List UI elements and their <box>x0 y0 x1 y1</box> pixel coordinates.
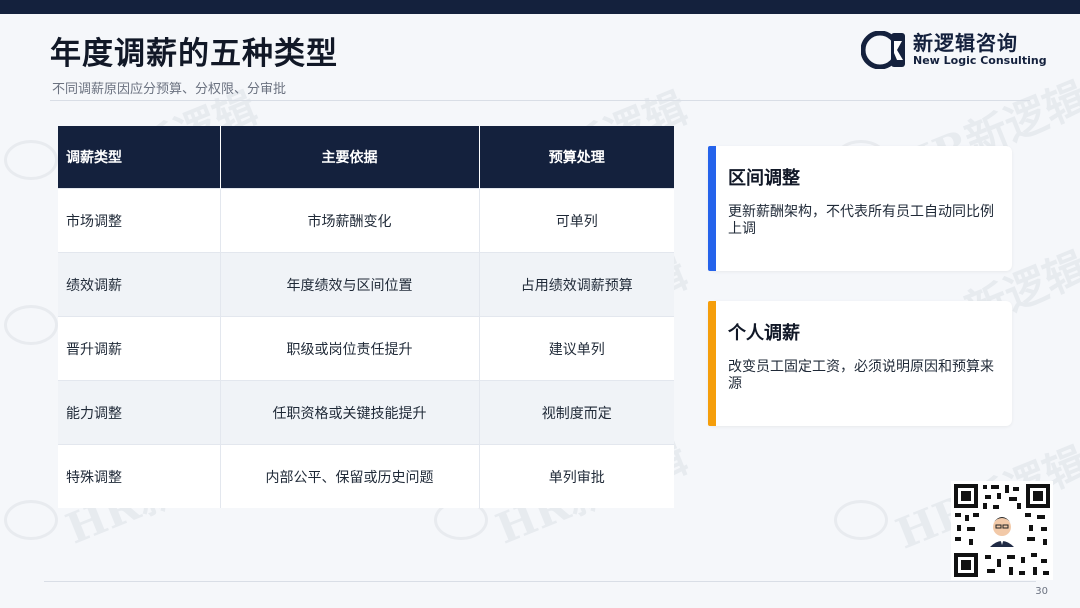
card-accent-bar <box>708 146 716 271</box>
logo-chinese-name: 新逻辑咨询 <box>913 31 1018 55</box>
page-number: 30 <box>1035 586 1048 597</box>
cell-type: 特殊调整 <box>58 444 221 508</box>
cell-type: 能力调整 <box>58 380 221 445</box>
table-row: 晋升调薪 职级或岗位责任提升 建议单列 <box>58 316 674 381</box>
column-header-type: 调薪类型 <box>58 126 221 189</box>
cell-budget: 视制度而定 <box>479 380 674 445</box>
logo-mark-icon <box>861 31 905 69</box>
card-description: 更新薪酬架构，不代表所有员工自动同比例上调 <box>728 204 994 237</box>
brand-logo: 新逻辑咨询 New Logic Consulting <box>861 30 1047 70</box>
salary-adjustment-table: 调薪类型 主要依据 预算处理 市场调整 市场薪酬变化 可单列 绩效调薪 年度绩效… <box>58 126 674 508</box>
table-header-row: 调薪类型 主要依据 预算处理 <box>58 126 674 189</box>
card-individual-raise: 个人调薪 改变员工固定工资，必须说明原因和预算来源 <box>708 301 1012 426</box>
cell-basis: 年度绩效与区间位置 <box>220 252 480 317</box>
cell-basis: 职级或岗位责任提升 <box>220 316 480 381</box>
title-divider <box>50 100 1030 101</box>
card-range-adjustment: 区间调整 更新薪酬架构，不代表所有员工自动同比例上调 <box>708 146 1012 271</box>
watermark-bubble-icon <box>4 305 58 345</box>
column-header-basis: 主要依据 <box>220 126 480 189</box>
qr-code-icon <box>951 481 1053 580</box>
table-row: 能力调整 任职资格或关键技能提升 视制度而定 <box>58 380 674 445</box>
card-title: 个人调薪 <box>728 323 800 344</box>
table-row: 特殊调整 内部公平、保留或历史问题 单列审批 <box>58 444 674 508</box>
cell-budget: 建议单列 <box>479 316 674 381</box>
cell-budget: 单列审批 <box>479 444 674 508</box>
cell-budget: 可单列 <box>479 188 674 253</box>
cell-basis: 任职资格或关键技能提升 <box>220 380 480 445</box>
page-title: 年度调薪的五种类型 <box>50 36 338 72</box>
cell-type: 绩效调薪 <box>58 252 221 317</box>
logo-english-name: New Logic Consulting <box>913 54 1047 67</box>
table-row: 市场调整 市场薪酬变化 可单列 <box>58 188 674 253</box>
page-subtitle: 不同调薪原因应分预算、分权限、分审批 <box>52 82 287 97</box>
watermark-bubble-icon <box>834 500 888 540</box>
cell-type: 晋升调薪 <box>58 316 221 381</box>
table-row: 绩效调薪 年度绩效与区间位置 占用绩效调薪预算 <box>58 252 674 317</box>
watermark-bubble-icon <box>4 140 58 180</box>
top-bar <box>0 0 1080 14</box>
cell-type: 市场调整 <box>58 188 221 253</box>
footer-divider <box>44 581 1036 582</box>
column-header-budget: 预算处理 <box>479 126 674 189</box>
card-description: 改变员工固定工资，必须说明原因和预算来源 <box>728 359 994 392</box>
card-accent-bar <box>708 301 716 426</box>
cell-budget: 占用绩效调薪预算 <box>479 252 674 317</box>
card-title: 区间调整 <box>728 168 800 189</box>
cell-basis: 市场薪酬变化 <box>220 188 480 253</box>
cell-basis: 内部公平、保留或历史问题 <box>220 444 480 508</box>
watermark-bubble-icon <box>4 500 58 540</box>
